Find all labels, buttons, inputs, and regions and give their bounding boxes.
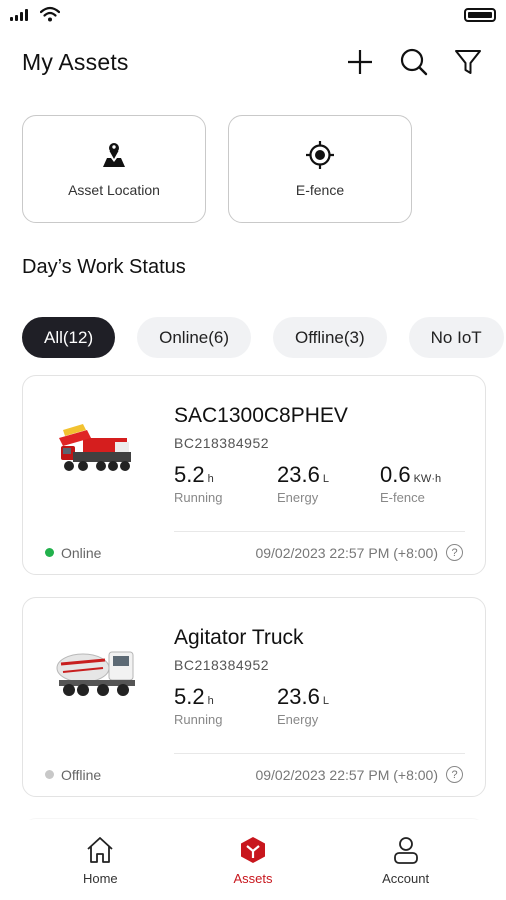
home-icon xyxy=(87,836,113,863)
nav-label: Account xyxy=(382,870,430,886)
timestamp: 09/02/2023 22:57 PM (+8:00) xyxy=(255,766,438,783)
chip-no-iot[interactable]: No IoT xyxy=(408,317,504,358)
wifi-icon xyxy=(40,6,60,22)
metric-e-fence: 0.6 KW·h E-fence xyxy=(380,462,442,505)
header: My Assets xyxy=(22,40,484,84)
battery-icon xyxy=(464,8,496,22)
help-icon[interactable]: ? xyxy=(446,766,463,783)
filter-chips: All(12) Online(6) Offline(3) No IoT xyxy=(22,317,504,358)
asset-name: SAC1300C8PHEV xyxy=(174,404,348,427)
assets-icon xyxy=(240,836,265,863)
chip-offline[interactable]: Offline(3) xyxy=(273,317,387,358)
asset-id: BC218384952 xyxy=(174,435,270,451)
card-footer: Offline 09/02/2023 22:57 PM (+8:00) ? xyxy=(45,766,463,783)
search-icon[interactable] xyxy=(398,46,430,78)
filter-icon[interactable] xyxy=(452,46,484,78)
bottom-nav: Home Assets Account xyxy=(0,820,506,900)
location-person-icon xyxy=(103,143,125,167)
timestamp: 09/02/2023 22:57 PM (+8:00) xyxy=(255,544,438,561)
nav-home[interactable]: Home xyxy=(50,835,150,886)
tile-label: Asset Location xyxy=(68,182,160,198)
asset-card[interactable]: SAC1300C8PHEV BC218384952 5.2 h Running 2… xyxy=(22,375,486,575)
asset-id: BC218384952 xyxy=(174,657,270,673)
signal-icon xyxy=(10,9,28,21)
metric-energy: 23.6 L Energy xyxy=(277,462,329,505)
metric-running: 5.2 h Running xyxy=(174,684,223,727)
status-dot xyxy=(45,548,54,557)
quick-actions: Asset Location E-fence xyxy=(22,115,412,223)
account-icon xyxy=(393,836,418,864)
status-dot xyxy=(45,770,54,779)
metrics: 5.2 h Running 23.6 L Energy xyxy=(174,684,465,727)
divider xyxy=(174,753,465,754)
tile-label: E-fence xyxy=(295,182,345,198)
crane-truck-image xyxy=(59,424,131,471)
nav-assets[interactable]: Assets xyxy=(203,835,303,886)
chip-online[interactable]: Online(6) xyxy=(137,317,252,358)
chip-all[interactable]: All(12) xyxy=(22,317,116,358)
card-footer: Online 09/02/2023 22:57 PM (+8:00) ? xyxy=(45,544,463,561)
metric-energy: 23.6 L Energy xyxy=(277,684,329,727)
divider xyxy=(174,531,465,532)
status-bar xyxy=(0,0,506,32)
page-title: My Assets xyxy=(22,48,129,75)
asset-name: Agitator Truck xyxy=(174,626,304,649)
status-text: Offline xyxy=(61,766,102,783)
asset-location-tile[interactable]: Asset Location xyxy=(22,115,206,223)
plus-icon[interactable] xyxy=(344,46,376,78)
mixer-truck-image xyxy=(56,651,135,696)
e-fence-tile[interactable]: E-fence xyxy=(228,115,412,223)
target-icon xyxy=(306,141,334,169)
nav-account[interactable]: Account xyxy=(356,835,456,886)
metric-running: 5.2 h Running xyxy=(174,462,223,505)
metrics: 5.2 h Running 23.6 L Energy 0.6 KW·h E-fenc… xyxy=(174,462,465,505)
nav-label: Home xyxy=(82,870,118,886)
nav-label: Assets xyxy=(233,870,273,886)
help-icon[interactable]: ? xyxy=(446,544,463,561)
asset-card[interactable]: Agitator Truck BC218384952 5.2 h Running … xyxy=(22,597,486,797)
status-text: Online xyxy=(61,544,102,561)
section-title: Day’s Work Status xyxy=(22,256,186,278)
